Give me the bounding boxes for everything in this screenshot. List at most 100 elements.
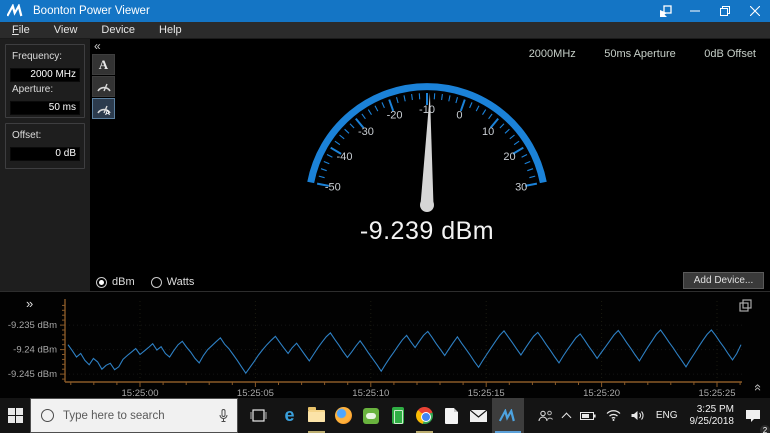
cortana-icon	[41, 409, 54, 422]
boonton-logo-icon	[7, 4, 23, 17]
taskbar-mail-button[interactable]	[465, 398, 492, 433]
unit-selector: dBm Watts	[96, 276, 210, 288]
strip-chart[interactable]: -9.235 dBm-9.24 dBm-9.245 dBm15:25:00 15:…	[0, 292, 770, 399]
analog-meter-auto-button[interactable]: A	[92, 98, 115, 119]
taskbar-edge-button[interactable]: e	[276, 398, 303, 433]
svg-text:-9.24 dBm: -9.24 dBm	[13, 345, 57, 356]
meter-display-panel: 2000MHz 50ms Aperture 0dB Offset -50 -40-…	[90, 39, 770, 291]
minimize-button[interactable]	[680, 0, 710, 22]
svg-text:30: 30	[515, 182, 527, 194]
svg-text:-10: -10	[419, 104, 435, 116]
menu-item-device[interactable]: Device	[89, 23, 147, 37]
search-box[interactable]: Type here to search	[30, 398, 238, 433]
action-center-button[interactable]: 2	[740, 398, 770, 433]
svg-text:20: 20	[503, 151, 515, 163]
taskbar-boonton-button[interactable]	[492, 398, 524, 433]
menu-item-help[interactable]: Help	[147, 23, 194, 37]
menu-item-file[interactable]: File	[0, 23, 42, 37]
taskbar-document-button[interactable]	[438, 398, 465, 433]
strip-chart-panel: » -9.235 dBm -9.24 dBm -9.245 dBm 15:25:00 1…	[0, 291, 770, 399]
chart-y-labels: -9.235 dBm -9.24 dBm -9.245 dBm	[8, 320, 57, 380]
radio-label: Watts	[166, 276, 195, 288]
app-window: Boonton Power Viewer File View Device Help …	[0, 0, 770, 433]
battery-button[interactable]	[575, 398, 601, 433]
document-icon	[445, 407, 458, 424]
svg-text:-20: -20	[387, 110, 403, 122]
tray-date: 9/25/2018	[689, 415, 735, 427]
volume-button[interactable]	[626, 398, 650, 433]
task-view-icon[interactable]	[250, 408, 267, 423]
frequency-label: Frequency:	[12, 51, 63, 62]
svg-text:-50: -50	[325, 182, 341, 194]
pinned-apps: e	[276, 398, 524, 433]
chart-collapse-up-icon[interactable]: «	[751, 384, 766, 391]
wifi-icon	[606, 410, 621, 421]
offset-input[interactable]	[10, 146, 80, 161]
taskbar-chrome-button[interactable]	[411, 398, 438, 433]
taskbar-file-explorer-button[interactable]	[303, 398, 330, 433]
gauge-auto-icon: A	[96, 105, 111, 115]
svg-text:0: 0	[456, 110, 462, 122]
view-toolbar: « A A	[92, 40, 118, 120]
close-button[interactable]	[740, 0, 770, 22]
start-button[interactable]	[0, 398, 30, 433]
notification-icon	[746, 409, 760, 422]
firefox-icon	[335, 407, 352, 424]
battery-icon	[579, 411, 596, 420]
window-title: Boonton Power Viewer	[33, 5, 150, 17]
edge-icon: e	[284, 405, 295, 425]
microphone-icon[interactable]	[219, 409, 228, 422]
popout-chart-icon[interactable]	[739, 299, 752, 312]
svg-text:-40: -40	[337, 151, 353, 163]
folder-icon	[308, 406, 325, 422]
radio-watts[interactable]: Watts	[150, 276, 195, 288]
frequency-aperture-group: Frequency: Aperture:	[5, 44, 85, 118]
system-tray: ENG 3:25 PM 9/25/2018 2	[533, 398, 770, 433]
expand-panel-icon[interactable]: »	[26, 296, 33, 311]
taskbar-green-app-button[interactable]	[357, 398, 384, 433]
green-app-icon	[362, 407, 379, 424]
aperture-input[interactable]	[10, 100, 80, 115]
restore-button[interactable]	[710, 0, 740, 22]
windows-logo-icon	[7, 408, 23, 423]
tray-time: 3:25 PM	[696, 403, 734, 415]
add-device-button[interactable]: Add Device...	[683, 272, 764, 289]
taskbar-firefox-button[interactable]	[330, 398, 357, 433]
windows-taskbar: Type here to search e ENG 3:25 PM 9/25/2…	[0, 398, 770, 433]
menu-item-view[interactable]: View	[42, 23, 90, 37]
collapse-panel-icon[interactable]: «	[94, 40, 118, 52]
power-reading: -9.239 dBm	[359, 217, 495, 245]
clock[interactable]: 3:25 PM 9/25/2018	[684, 404, 741, 428]
analog-gauge: -50 -40 -30 -20 -10 0 10 20 30	[240, 45, 614, 227]
frequency-input[interactable]	[10, 67, 80, 82]
language-indicator[interactable]: ENG	[650, 398, 684, 433]
svg-text:-9.235 dBm: -9.235 dBm	[8, 320, 57, 331]
chart-gridlines	[65, 301, 742, 382]
aperture-label: Aperture:	[12, 84, 54, 95]
menu-bar: File View Device Help	[0, 22, 770, 39]
people-button[interactable]	[533, 398, 558, 433]
taskbar-power-analyzer-button[interactable]	[384, 398, 411, 433]
offset-group: Offset:	[5, 123, 85, 169]
radio-dbm[interactable]: dBm	[96, 276, 135, 288]
radio-circle-icon	[96, 276, 107, 288]
radio-circle-icon	[150, 276, 162, 288]
radio-label: dBm	[112, 276, 135, 288]
analog-meter-button[interactable]	[92, 76, 115, 97]
status-offset: 0dB Offset	[704, 48, 756, 60]
text-display-button[interactable]: A	[92, 54, 115, 75]
power-trace	[67, 329, 742, 375]
gauge-icon	[96, 83, 111, 92]
status-aperture: 50ms Aperture	[604, 48, 676, 60]
wifi-button[interactable]	[601, 398, 626, 433]
svg-text:-30: -30	[358, 126, 374, 138]
tray-overflow-button[interactable]	[558, 398, 575, 433]
selection-mode-icon[interactable]	[650, 0, 680, 22]
battery-app-icon	[391, 407, 404, 424]
speaker-icon	[631, 411, 644, 420]
people-icon	[538, 410, 553, 421]
svg-text:-9.245 dBm: -9.245 dBm	[8, 369, 57, 380]
boonton-taskbar-icon	[498, 408, 515, 421]
svg-text:10: 10	[482, 126, 494, 138]
offset-label: Offset:	[12, 130, 42, 141]
